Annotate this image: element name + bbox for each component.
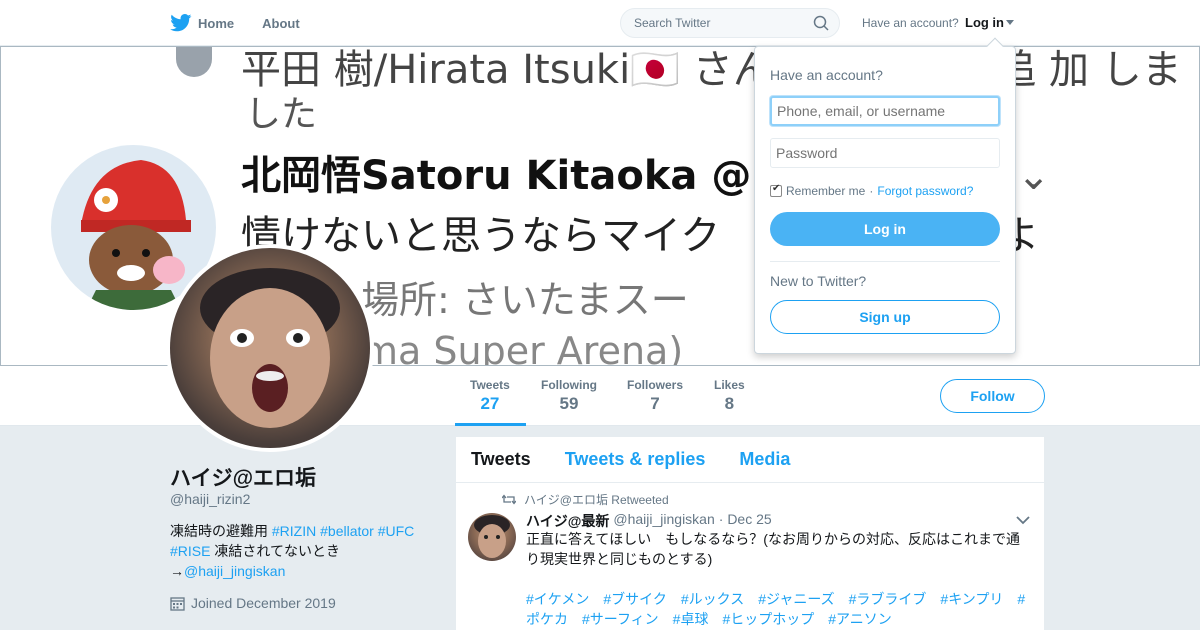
bio-hashtags[interactable]: #RIZIN #bellator #UFC	[272, 523, 414, 539]
nav-home-label: Home	[198, 15, 235, 31]
bio-hashtag[interactable]: #RISE	[170, 543, 210, 559]
stat-value: 7	[650, 394, 660, 413]
remember-row: Remember me · Forgot password?	[770, 183, 973, 198]
login-dropdown: Have an account? Remember me · Forgot pa…	[754, 37, 1016, 354]
bio-mention-link[interactable]: @haiji_jingiskan	[184, 563, 285, 579]
tweet-date[interactable]: · Dec 25	[719, 511, 772, 531]
stat-label: Following	[541, 378, 597, 392]
login-dropdown-title: Have an account?	[770, 67, 883, 83]
twitter-bird-icon	[170, 14, 192, 32]
banner-text-part: 情けないと思うならマイク	[241, 213, 721, 259]
stat-value: 27	[480, 394, 500, 413]
nav-about-link[interactable]: About	[262, 16, 300, 31]
stat-label: Tweets	[470, 378, 510, 392]
new-to-twitter-text: New to Twitter?	[770, 273, 867, 289]
tweet-author-avatar[interactable]	[468, 513, 516, 561]
search-icon[interactable]	[813, 15, 829, 31]
active-stat-underline	[455, 423, 526, 426]
stat-likes[interactable]: Likes 8	[714, 378, 745, 414]
avatar-image	[170, 248, 370, 448]
banner-text-part: 北岡悟Satoru Kitaoka @	[241, 153, 752, 199]
bio-arrow: →	[170, 563, 184, 579]
banner-text-line: 平田 樹/Hirata Itsuki🇯🇵 さん が 動 画 を 追 加 しま	[241, 47, 1182, 93]
banner-shape	[176, 47, 212, 77]
bio-text: 凍結時の避難用	[170, 523, 272, 539]
profile-name: ハイジ@エロ垢	[170, 467, 317, 490]
divider	[770, 261, 1000, 262]
retweet-icon	[502, 494, 516, 505]
login-button[interactable]: Log in	[770, 212, 1000, 246]
password-field[interactable]	[770, 138, 1000, 168]
profile-avatar[interactable]	[166, 244, 374, 452]
tab-tweets[interactable]: Tweets	[471, 449, 531, 470]
signup-button[interactable]: Sign up	[770, 300, 1000, 334]
remember-me-checkbox[interactable]	[770, 183, 782, 197]
tweet-author-handle[interactable]: @haiji_jingiskan	[613, 511, 714, 531]
stat-label: Followers	[627, 378, 684, 392]
stat-followers[interactable]: Followers 7	[627, 378, 683, 414]
top-nav: Home About Search Twitter Have an accoun…	[0, 0, 1200, 46]
stat-label: Likes	[714, 378, 745, 392]
banner-text-line: した	[245, 94, 318, 135]
tweet[interactable]: ハイジ@エロ垢 Retweeted ハイジ@最新 @haiji_jingiska…	[456, 483, 1044, 630]
banner-text-line: 場所: さいたまスー	[361, 278, 689, 322]
tweet-avatar-face	[474, 515, 510, 558]
avatar-face	[200, 268, 340, 428]
retweeted-by-text: ハイジ@エロ垢 Retweeted	[524, 493, 669, 507]
chevron-down-icon[interactable]	[1016, 515, 1030, 525]
login-dropdown-toggle[interactable]: Log in	[965, 15, 1014, 30]
search-input[interactable]: Search Twitter	[620, 8, 840, 38]
stat-tweets[interactable]: Tweets 27	[470, 378, 510, 414]
bio-text: 凍結されてないとき	[210, 543, 340, 559]
timeline-tabs: Tweets Tweets & replies Media	[456, 437, 1044, 483]
follow-button[interactable]: Follow	[940, 379, 1045, 413]
banner-text-line: ma Super Arena)	[361, 329, 684, 366]
retweet-context: ハイジ@エロ垢 Retweeted	[502, 491, 669, 508]
calendar-icon	[170, 596, 185, 611]
tweet-hashtags[interactable]: #イケメン #ブサイク #ルックス #ジャニーズ #ラブライブ #キンプリ #ポ…	[526, 589, 1032, 629]
tweet-header: ハイジ@最新 @haiji_jingiskan · Dec 25	[526, 511, 772, 531]
profile-joined: Joined December 2019	[170, 595, 336, 611]
timeline: Tweets Tweets & replies Media ハイジ@エロ垢 Re…	[456, 437, 1044, 630]
nav-left: Home About	[170, 0, 300, 46]
login-toggle-label: Log in	[965, 15, 1004, 30]
stat-following[interactable]: Following 59	[541, 378, 597, 414]
profile-bio: 凍結時の避難用 #RIZIN #bellator #UFC #RISE 凍結され…	[170, 521, 440, 581]
username-field[interactable]	[770, 96, 1000, 126]
caret-down-icon	[1006, 19, 1014, 25]
search-placeholder: Search Twitter	[634, 16, 711, 30]
separator-dot: ·	[869, 184, 874, 198]
tab-media[interactable]: Media	[739, 449, 790, 470]
tweet-text: 正直に答えてほしい もしなるなら？(なお周りからの対応、反応はこれまで通り現実世…	[526, 531, 1020, 567]
joined-text: Joined December 2019	[191, 595, 336, 611]
tab-tweets-replies[interactable]: Tweets & replies	[565, 449, 706, 470]
forgot-password-link[interactable]: Forgot password?	[877, 184, 973, 198]
tweet-author-name[interactable]: ハイジ@最新	[526, 511, 609, 531]
remember-me-label: Remember me	[786, 184, 866, 198]
profile-handle: @haiji_rizin2	[170, 491, 251, 507]
have-account-text: Have an account?	[862, 16, 959, 30]
stat-value: 59	[559, 394, 579, 413]
banner-chevron: ⌄	[1016, 153, 1051, 199]
stat-value: 8	[724, 394, 735, 413]
nav-home-link[interactable]: Home	[170, 14, 234, 32]
